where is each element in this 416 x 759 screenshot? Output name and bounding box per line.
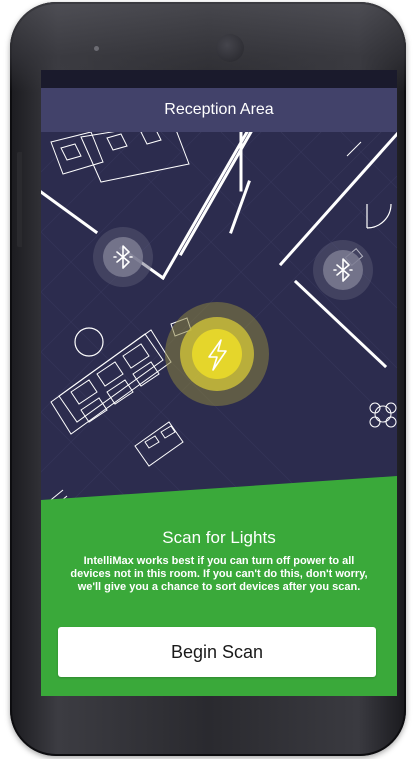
page-title: Reception Area [164, 101, 274, 118]
bluetooth-device-2[interactable] [313, 240, 373, 300]
map-door-arc [366, 203, 392, 229]
phone-camera [216, 34, 244, 62]
bluetooth-device-1[interactable] [93, 227, 153, 287]
page-header: Reception Area [41, 88, 397, 132]
status-bar [41, 70, 397, 88]
scan-panel: Scan for Lights IntelliMax works best if… [41, 470, 397, 696]
light-device[interactable] [165, 302, 269, 406]
app-screen: Reception Area Scan for Lights IntelliMa… [41, 70, 397, 696]
phone-sensor [94, 46, 99, 51]
panel-title: Scan for Lights [162, 528, 276, 547]
panel-description: IntelliMax works best if you can turn of… [70, 555, 368, 593]
begin-scan-button[interactable]: Begin Scan [58, 627, 376, 677]
phone-side-button [17, 152, 22, 247]
map-round-table [74, 327, 104, 357]
